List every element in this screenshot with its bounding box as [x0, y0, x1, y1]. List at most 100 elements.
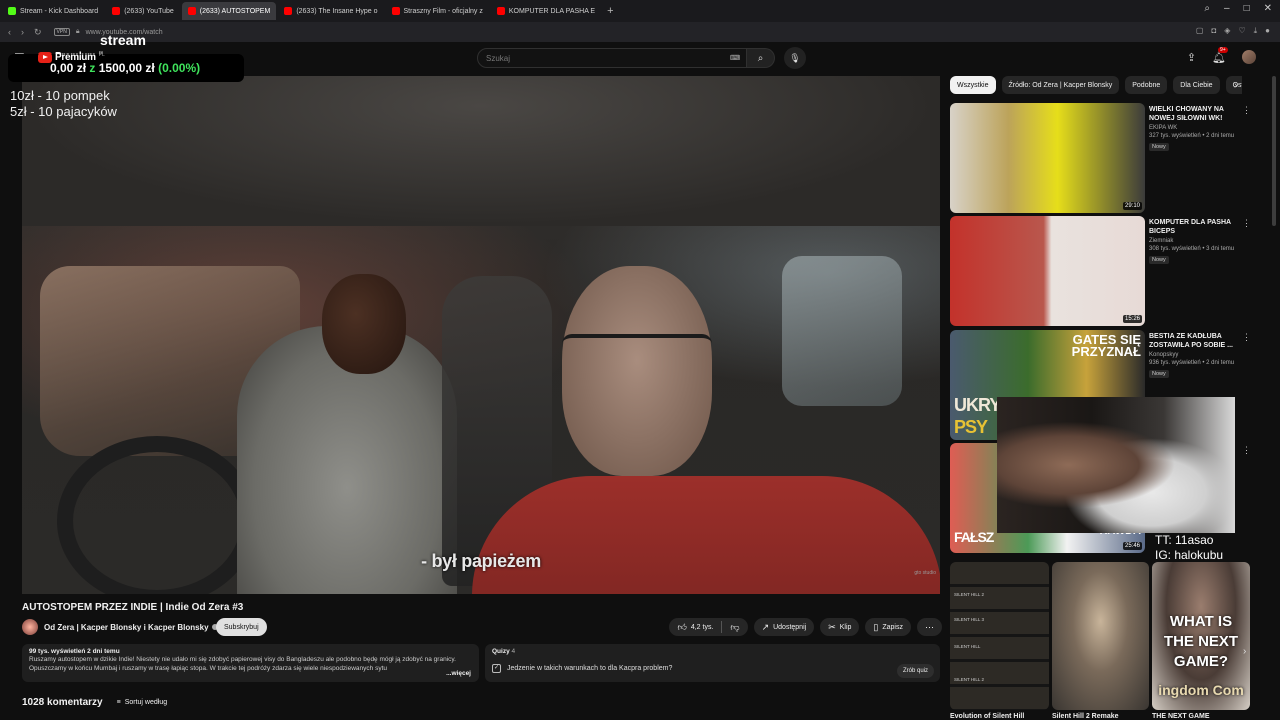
show-more-link[interactable]: ...więcej: [444, 670, 471, 677]
masthead-actions: ⇪ 🔔︎ 9+: [1187, 46, 1256, 64]
close-icon[interactable]: ✕: [1264, 3, 1272, 14]
comments-count: 1028 komentarzy: [22, 697, 103, 708]
address-bar: ‹ › ↻ VPN 🔒︎ www.youtube.com/watch ▢ ◘ ◈…: [0, 22, 1280, 42]
bookmark-icon[interactable]: ♡: [1238, 26, 1245, 36]
recommended-title[interactable]: KOMPUTER DLA PASHA BICEPS: [1149, 218, 1235, 236]
short-caption[interactable]: Silent Hill 2 Remake: [1052, 713, 1119, 720]
video-thumbnail[interactable]: 15:26: [950, 216, 1145, 326]
video-subtitle: - był papieżem: [421, 551, 541, 571]
instagram-handle: IG: halokubu: [1155, 548, 1224, 562]
donation-rule: 5zł - 10 pajacyków: [10, 104, 117, 119]
short-thumbnail[interactable]: SILENT HILL 2 SILENT HILL 3 SILENT HILL …: [950, 562, 1049, 710]
recommended-title[interactable]: BESTIA ZE KADŁUBA ZOSTAWIŁA PO SOBIE ...: [1149, 332, 1235, 350]
search-input[interactable]: [477, 48, 747, 68]
scrollbar[interactable]: [1272, 76, 1276, 226]
chip-related[interactable]: Podobne: [1125, 76, 1168, 94]
maximize-icon[interactable]: □: [1244, 3, 1250, 14]
duration-badge: 15:26: [1122, 315, 1142, 323]
chevron-right-icon[interactable]: ›: [1234, 80, 1237, 91]
take-quiz-button[interactable]: Zrób quiz: [896, 664, 934, 678]
address-bar-icons: ▢ ◘ ◈ ♡ ⤓ ●: [1196, 26, 1270, 36]
forward-icon[interactable]: ›: [21, 27, 24, 38]
browser-tab[interactable]: Stream - Kick Dashboard: [2, 2, 104, 20]
donation-progress: 0,00 zł z 1500,00 zł (0.00%): [50, 61, 200, 75]
reload-icon[interactable]: ↻: [34, 27, 42, 38]
new-badge: Nowy: [1149, 370, 1169, 378]
checkbox-icon: ✓: [492, 664, 501, 673]
minimize-icon[interactable]: –: [1224, 3, 1230, 14]
video-frame-roof: [22, 76, 940, 226]
recommended-channel[interactable]: Ziemniak: [1149, 238, 1173, 244]
extension-icon[interactable]: ▢: [1196, 26, 1204, 36]
channel-avatar[interactable]: [22, 619, 38, 635]
bell-icon: 🔔︎: [1212, 51, 1226, 64]
save-button[interactable]: ▯ Zapisz: [865, 618, 911, 636]
youtube-icon: [284, 7, 293, 15]
clip-button[interactable]: ✂ Klip: [820, 618, 860, 636]
chip-source[interactable]: Źródło: Od Zera | Kacper Blonsky: [1001, 76, 1120, 94]
download-icon[interactable]: ⤓: [1254, 26, 1258, 36]
search-button[interactable]: ⌕: [747, 48, 775, 68]
search-tabs-icon[interactable]: ⌕: [1204, 3, 1210, 14]
video-player[interactable]: - był papieżem gto studio: [22, 76, 940, 594]
donation-percent: (0.00%): [158, 61, 201, 75]
more-vert-icon[interactable]: ⋮: [1242, 105, 1251, 116]
profile-icon[interactable]: ●: [1265, 26, 1270, 36]
thumbnail-text: GATES SIĘ PRZYZNAŁ: [1071, 332, 1141, 359]
new-tab-icon[interactable]: +: [607, 5, 613, 17]
channel-name[interactable]: Od Zera | Kacper Blonsky i Kacper Blonsk…: [44, 623, 218, 632]
description-text: Ruszamy autostopem w dzikie Indie! Niest…: [29, 656, 456, 672]
thumbs-down-icon: 👎︎: [730, 621, 740, 632]
browser-tab[interactable]: (2633) YouTube: [106, 2, 180, 20]
chip-all[interactable]: Wszystkie: [950, 76, 996, 94]
recommended-video[interactable]: 29:10 WIELKI CHOWANY NA NOWEJ SIŁOWNI WK…: [950, 103, 1255, 213]
short-overlay-text: ingdom Com: [1158, 682, 1244, 698]
chevron-right-icon[interactable]: ›: [1243, 646, 1246, 657]
more-vert-icon[interactable]: ⋮: [1242, 332, 1251, 343]
browser-tab[interactable]: Straszny Film - oficjalny z: [386, 2, 489, 20]
dislike-button[interactable]: 👎︎: [722, 618, 747, 636]
more-actions-button[interactable]: ⋯: [917, 618, 942, 636]
notifications-button[interactable]: 🔔︎ 9+: [1212, 46, 1228, 64]
url-field[interactable]: VPN 🔒︎ www.youtube.com/watch: [53, 25, 1074, 39]
more-vert-icon[interactable]: ⋮: [1242, 218, 1251, 229]
duration-badge: 29:10: [1122, 202, 1142, 210]
vpn-badge[interactable]: VPN: [53, 28, 70, 36]
short-caption[interactable]: THE NEXT GAME: [1152, 713, 1210, 720]
more-vert-icon[interactable]: ⋮: [1242, 445, 1251, 456]
thumbnail-text: PSY: [954, 417, 988, 437]
like-button[interactable]: 👍︎ 4,2 tys.: [669, 618, 721, 636]
recommended-video[interactable]: 15:26 KOMPUTER DLA PASHA BICEPS Ziemniak…: [950, 216, 1255, 326]
avatar[interactable]: [1242, 50, 1256, 64]
shield-icon[interactable]: ◈: [1224, 26, 1230, 36]
stream-label: stream: [100, 32, 146, 48]
short-thumbnail[interactable]: [1052, 562, 1149, 710]
short-caption[interactable]: Evolution of Silent Hill: [950, 713, 1024, 720]
comments-header: 1028 komentarzy ≡ Sortuj według: [22, 697, 167, 708]
upload-icon[interactable]: ⇪: [1187, 51, 1196, 64]
video-frame-glasses: [562, 334, 712, 356]
subscribe-button[interactable]: Subskrybuj: [216, 618, 267, 636]
video-watermark: gto studio: [914, 570, 936, 576]
scissors-icon: ✂: [828, 621, 836, 632]
voice-search-button[interactable]: 🎙︎: [784, 47, 806, 69]
share-button[interactable]: ↗ Udostępnij: [753, 618, 815, 636]
keyboard-icon[interactable]: ⌨: [730, 54, 740, 62]
webcam-overlay: [997, 397, 1235, 533]
recommended-channel[interactable]: Konopskyy: [1149, 352, 1178, 358]
back-icon[interactable]: ‹: [8, 27, 11, 38]
recommended-title[interactable]: WIELKI CHOWANY NA NOWEJ SIŁOWNI WK!: [1149, 105, 1235, 123]
browser-tab[interactable]: KOMPUTER DLA PASHA E: [491, 2, 601, 20]
sort-comments-button[interactable]: ≡ Sortuj według: [117, 699, 168, 706]
camera-icon[interactable]: ◘: [1211, 26, 1216, 36]
video-thumbnail[interactable]: 29:10: [950, 103, 1145, 213]
browser-tab[interactable]: (2633) The Insane Hype o: [278, 2, 383, 20]
browser-tab-active[interactable]: (2633) AUTOSTOPEM: [181, 2, 277, 20]
screen: Stream - Kick Dashboard (2633) YouTube (…: [0, 0, 1280, 720]
channel-row: Od Zera | Kacper Blonsky i Kacper Blonsk…: [22, 618, 942, 638]
short-thumbnail[interactable]: WHAT IS THE NEXT GAME? ingdom Com: [1152, 562, 1250, 710]
youtube-icon: [391, 7, 400, 15]
recommended-channel[interactable]: EKIPA WK: [1149, 125, 1177, 131]
description-box[interactable]: 99 tys. wyświetleń 2 dni temu Ruszamy au…: [22, 644, 479, 682]
chip-for-you[interactable]: Dla Ciebie: [1173, 76, 1220, 94]
